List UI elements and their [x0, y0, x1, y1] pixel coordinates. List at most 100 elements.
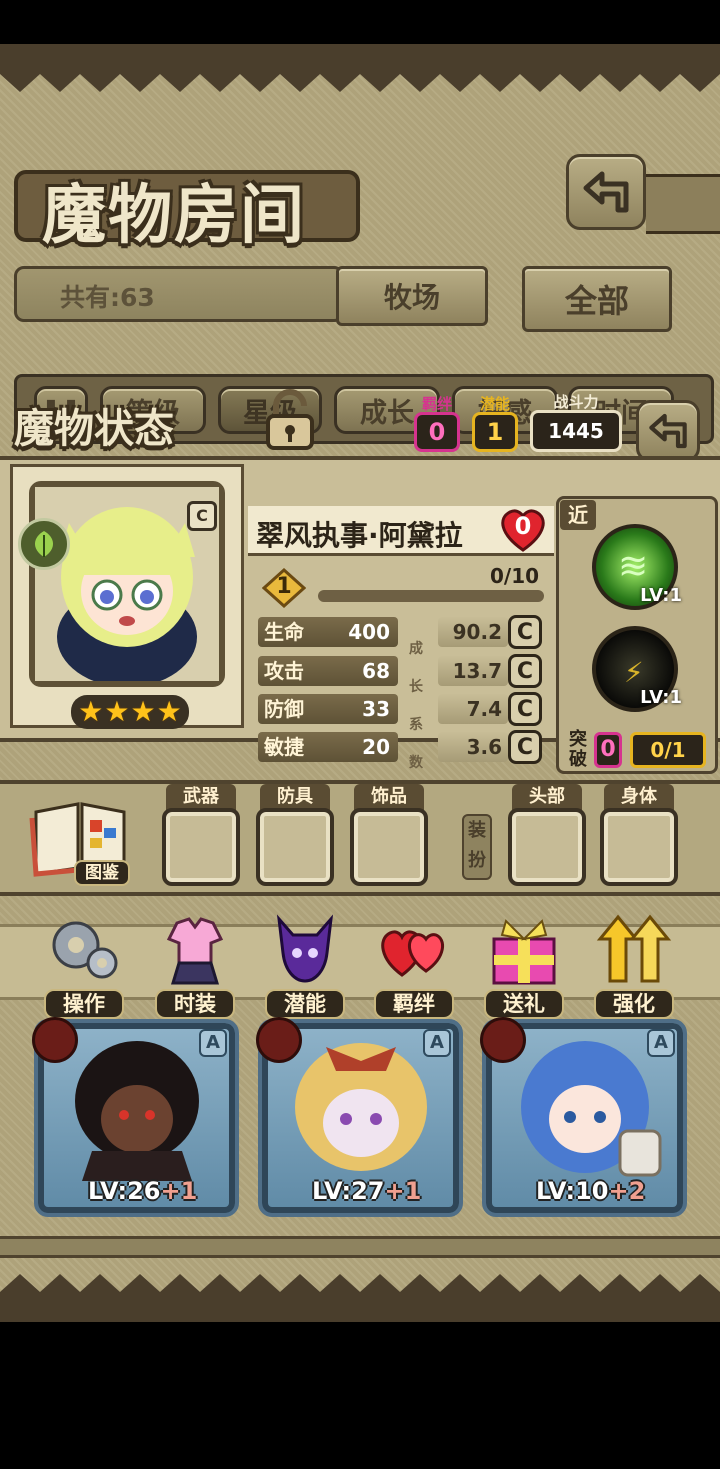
portrait-frame: C ★ ★ ★ ★	[10, 464, 244, 729]
tab-all-label: 全部	[564, 282, 629, 320]
monster-card-1[interactable]: A LV:26+1	[32, 1017, 239, 1217]
monster-card-2[interactable]: A LV:27+1	[256, 1017, 463, 1217]
fire-element-icon	[32, 1017, 78, 1063]
tab-all[interactable]: 全部	[522, 266, 672, 332]
stat-name: 敏捷 20	[258, 732, 398, 762]
action-bond[interactable]: 羁绊	[374, 909, 454, 1019]
fire-element-icon	[480, 1017, 526, 1063]
star-icon: ★	[78, 695, 104, 728]
breakthrough-value-box: 0	[594, 732, 622, 768]
dark-skill-icon: ⚡	[624, 656, 644, 689]
card-level: LV:10+2	[536, 1177, 645, 1205]
breakthrough-progress: 0/1	[650, 738, 686, 762]
upgrade-arrows-icon	[596, 914, 672, 983]
power-value-box: 1445	[530, 410, 622, 452]
star-icon: ★	[156, 695, 182, 728]
slot-label-head: 头部	[512, 784, 582, 810]
slot-armor[interactable]	[256, 808, 334, 886]
card-level-bonus: +1	[384, 1177, 422, 1205]
action-operate-label: 操作	[44, 989, 124, 1019]
lock-button[interactable]	[260, 388, 320, 452]
stat-row-defense: 防御 33 7.4	[258, 694, 548, 724]
rank-badge: A	[199, 1029, 227, 1057]
potential-value-box: 1	[472, 412, 518, 452]
element-badge	[18, 518, 70, 570]
action-bond-label: 羁绊	[374, 989, 454, 1019]
star-icon: ★	[130, 695, 156, 728]
stat-name-text: 防御	[264, 697, 304, 721]
slot-body[interactable]	[600, 808, 678, 886]
slot-label-accessory: 饰品	[354, 784, 424, 810]
page-title: 魔物房间	[42, 179, 306, 253]
stat-value: 400	[348, 620, 390, 644]
action-fashion-label: 时装	[155, 989, 235, 1019]
sort-growth-label: 成长	[360, 397, 414, 429]
action-fashion[interactable]: 时装	[155, 909, 235, 1019]
skill-2-level: LV:1	[640, 687, 682, 708]
outfit-icon	[166, 917, 224, 985]
codex-button[interactable]: 图鉴	[28, 798, 132, 888]
hearts-icon	[381, 930, 445, 977]
slot-head[interactable]	[508, 808, 586, 886]
breakthrough-label: 突 破	[566, 730, 590, 770]
skill-2[interactable]: ⚡ LV:1	[592, 626, 682, 712]
action-operate[interactable]: 操作	[44, 909, 124, 1019]
card-level-bonus: +2	[608, 1177, 646, 1205]
slot-label-body: 身体	[604, 784, 674, 810]
potential-demon-icon	[276, 914, 334, 983]
stat-name: 防御 33	[258, 694, 398, 724]
breakthrough-char-1: 突	[569, 729, 587, 750]
potential-label: 潜能	[479, 395, 510, 413]
growth-value: 3.6	[438, 732, 508, 762]
rank-badge-hp: C	[508, 615, 542, 649]
status-back-button[interactable]	[636, 400, 700, 462]
action-enhance[interactable]: 强化	[594, 909, 674, 1019]
breakthrough-progress-box: 0/1	[630, 732, 706, 768]
stat-name-text: 生命	[264, 620, 304, 644]
header-bar-right	[646, 174, 720, 234]
exp-bar	[318, 590, 544, 602]
affection-heart: 0	[496, 506, 550, 554]
action-gift-label: 送礼	[484, 989, 564, 1019]
monster-card-3[interactable]: A LV:10+2	[480, 1017, 687, 1217]
slot-label-weapon: 武器	[166, 784, 236, 810]
stat-name-text: 攻击	[264, 659, 304, 683]
growth-value: 7.4	[438, 694, 508, 724]
slot-accessory[interactable]	[350, 808, 428, 886]
codex-label: 图鉴	[74, 860, 130, 886]
stat-value: 68	[362, 659, 390, 683]
growth-value: 13.7	[438, 656, 508, 686]
bond-value-box: 0	[414, 412, 460, 452]
leaf-element-icon	[34, 531, 54, 557]
stat-row-agility: 敏捷 20 3.6	[258, 732, 548, 762]
status-title: 魔物状态	[14, 406, 174, 452]
exp-text: 0/10	[490, 564, 540, 588]
screen: 魔物房间 共有:63 牧场 全部 ❚❚ 等级 星级 成长 好感 时间 魔物状态 …	[0, 0, 720, 1469]
skill-1[interactable]: ≋ LV:1	[592, 524, 682, 610]
stat-value: 33	[362, 697, 390, 721]
card-level-text: LV:27	[312, 1177, 385, 1205]
stat-value: 20	[362, 735, 390, 759]
bond-value: 0	[428, 418, 446, 446]
back-arrow-icon	[649, 413, 687, 449]
stat-row-attack: 攻击 68 13.7	[258, 656, 548, 686]
rank-badge: A	[647, 1029, 675, 1057]
dress-up-label: 装 扮	[462, 814, 492, 880]
back-button[interactable]	[566, 154, 646, 230]
action-gift[interactable]: 送礼	[484, 909, 564, 1019]
game-area: 魔物房间 共有:63 牧场 全部 ❚❚ 等级 星级 成长 好感 时间 魔物状态 …	[0, 44, 720, 1322]
action-potential[interactable]: 潜能	[265, 909, 345, 1019]
star-icon: ★	[104, 695, 130, 728]
star-rating: ★ ★ ★ ★	[71, 695, 189, 729]
card-level-text: LV:10	[536, 1177, 609, 1205]
power-value: 1445	[548, 419, 604, 443]
top-zigzag-border	[0, 44, 720, 92]
tab-ranch[interactable]: 牧场	[336, 266, 488, 326]
rank-badge-defense: C	[508, 692, 542, 726]
slot-weapon[interactable]	[162, 808, 240, 886]
monster-level: 1	[276, 574, 292, 599]
card-level: LV:27+1	[312, 1177, 421, 1205]
card-level-bonus: +1	[160, 1177, 198, 1205]
card-level-text: LV:26	[88, 1177, 161, 1205]
total-count: 共有:63	[60, 283, 155, 312]
